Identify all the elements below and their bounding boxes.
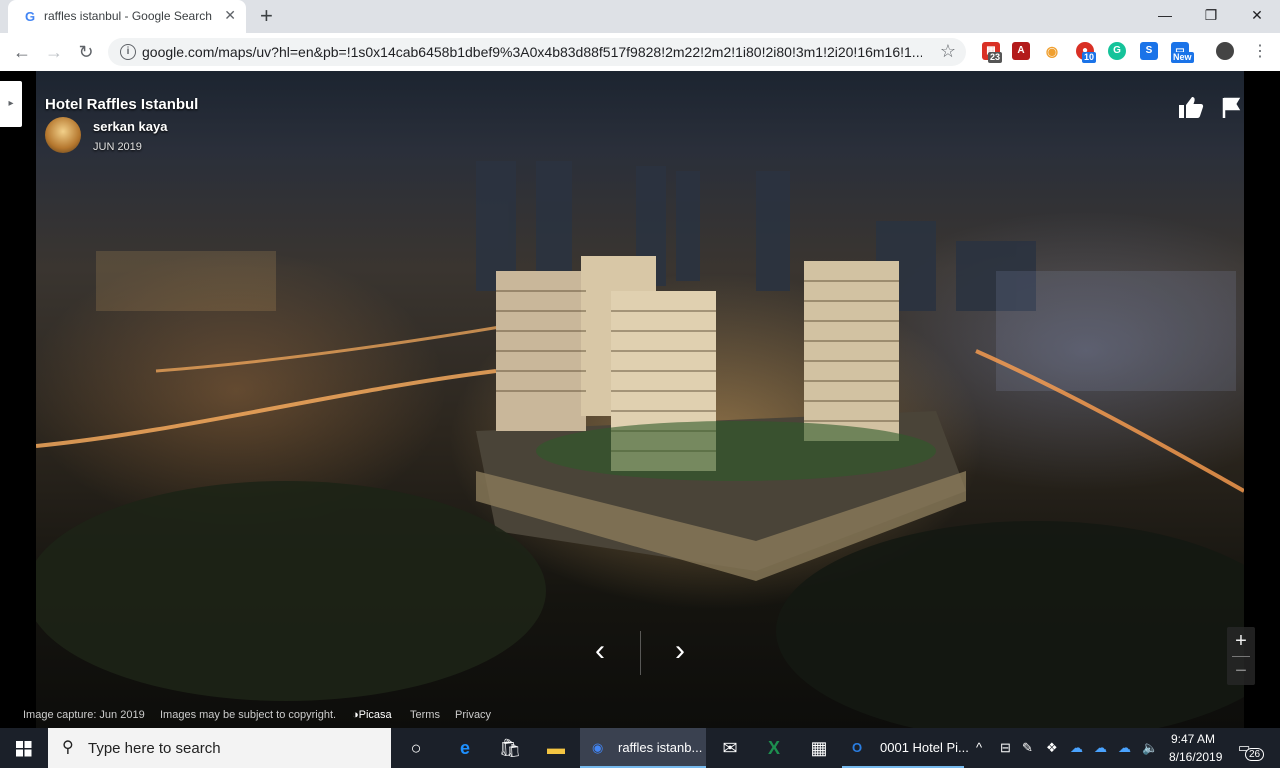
picasa-label: Picasa	[358, 709, 392, 721]
viewer-footer: Image capture: Jun 2019 Images may be su…	[0, 707, 1280, 728]
tab-title: raffles istanbul - Google Search	[44, 9, 212, 23]
new-badge: New	[1171, 52, 1194, 63]
forward-icon[interactable]: →	[42, 41, 66, 63]
eye-extension-icon[interactable]: ◉	[1043, 42, 1061, 60]
taskbar-app-outlook-label: 0001 Hotel Pi...	[880, 740, 969, 755]
address-bar[interactable]: i google.com/maps/uv?hl=en&pb=!1s0x14cab…	[108, 38, 966, 66]
bookmark-star-icon[interactable]: ☆	[940, 41, 956, 62]
pdf-extension-icon[interactable]: A	[1012, 42, 1030, 60]
notification-count-badge: 26	[1245, 748, 1265, 761]
taskbar-app-outlook[interactable]: O 0001 Hotel Pi...	[842, 728, 969, 768]
previous-photo-button[interactable]: ‹	[583, 634, 617, 668]
store-icon[interactable]: 🛍	[488, 728, 532, 768]
taskbar-search-box[interactable]: ⚲ Type here to search	[48, 728, 391, 768]
maximize-button[interactable]: ❐	[1188, 0, 1234, 30]
report-flag-icon[interactable]	[1222, 97, 1242, 119]
pen-icon[interactable]: ✎	[1022, 740, 1033, 756]
dropbox-icon[interactable]: ❖	[1046, 740, 1058, 756]
new-tab-button[interactable]: +	[260, 3, 273, 29]
file-explorer-icon[interactable]: ▬	[534, 728, 578, 768]
browser-tab[interactable]: G raffles istanbul - Google Search ✕	[8, 0, 246, 33]
calculator-icon[interactable]: ▦	[797, 728, 841, 768]
expand-sidebar-button[interactable]: ▸	[0, 81, 22, 127]
photo-viewer: ▸ Hotel Raffles Istanbul serkan kaya JUN…	[0, 71, 1280, 728]
author-avatar[interactable]	[45, 117, 81, 153]
edge-icon[interactable]: e	[443, 728, 487, 768]
windows-taskbar: ⚲ Type here to search ○ e 🛍 ▬ ◉ raffles …	[0, 728, 1280, 768]
taskbar-search-placeholder: Type here to search	[88, 740, 221, 757]
zoom-controls: + −	[1227, 627, 1255, 685]
picasa-icon: ◑	[352, 709, 359, 721]
photo-date: JUN 2019	[93, 141, 142, 153]
outlook-icon: O	[852, 740, 863, 755]
show-hidden-icons-icon[interactable]: ^	[976, 740, 982, 755]
google-favicon-icon: G	[24, 9, 36, 24]
calendar-badge: 23	[988, 52, 1003, 63]
copyright-text: Images may be subject to copyright.	[160, 709, 337, 721]
author-name[interactable]: serkan kaya	[93, 119, 167, 134]
hotel-photo	[36, 71, 1244, 728]
clock-date[interactable]: 8/16/2019	[1169, 750, 1222, 764]
mail-icon[interactable]: ✉	[708, 728, 752, 768]
calendar-extension-icon[interactable]: ▦ 23	[982, 42, 1003, 63]
windows-start-icon[interactable]	[0, 728, 48, 768]
excel-icon[interactable]: X	[752, 728, 796, 768]
new-extension-icon[interactable]: ▭ New	[1171, 42, 1194, 63]
close-window-button[interactable]: ✕	[1234, 0, 1280, 30]
next-photo-button[interactable]: ›	[663, 634, 697, 668]
tab-strip: G raffles istanbul - Google Search ✕ + —…	[0, 0, 1280, 33]
onedrive-icon[interactable]: ☁	[1070, 740, 1083, 756]
arrow-divider	[640, 631, 641, 675]
minimize-button[interactable]: —	[1142, 0, 1188, 30]
profile-avatar[interactable]	[1216, 42, 1234, 60]
picasa-logo[interactable]: ◑Picasa	[352, 709, 392, 721]
site-info-icon[interactable]: i	[120, 44, 136, 60]
task-view-icon[interactable]: ○	[394, 728, 438, 768]
chrome-icon: ◉	[592, 740, 604, 755]
image-capture-text: Image capture: Jun 2019	[23, 709, 145, 721]
clock-time[interactable]: 9:47 AM	[1171, 732, 1215, 746]
network-icon[interactable]: ⊟	[1000, 740, 1011, 756]
zoom-in-button[interactable]: +	[1227, 627, 1255, 655]
browser-toolbar: ← → ↻ i google.com/maps/uv?hl=en&pb=!1s0…	[0, 33, 1280, 72]
chrome-menu-icon[interactable]: ⋮	[1248, 41, 1272, 63]
taskbar-app-chrome-label: raffles istanb...	[618, 740, 703, 755]
red-extension-badge: 10	[1082, 52, 1097, 63]
taskbar-app-chrome[interactable]: ◉ raffles istanb...	[580, 728, 706, 768]
tab-close-icon[interactable]: ✕	[224, 7, 236, 24]
s-extension-icon[interactable]: S	[1140, 42, 1158, 60]
search-icon: ⚲	[62, 739, 74, 756]
back-icon[interactable]: ←	[10, 41, 34, 63]
privacy-link[interactable]: Privacy	[455, 709, 491, 721]
zoom-out-button[interactable]: −	[1227, 657, 1255, 685]
photo-title: Hotel Raffles Istanbul	[45, 96, 199, 113]
onedrive-business-icon[interactable]: ☁	[1094, 740, 1107, 756]
grammarly-extension-icon[interactable]: G	[1108, 42, 1126, 60]
volume-icon[interactable]: 🔈	[1142, 740, 1158, 756]
thumbs-up-icon[interactable]	[1178, 95, 1204, 119]
url-text[interactable]: google.com/maps/uv?hl=en&pb=!1s0x14cab64…	[142, 44, 922, 60]
reload-icon[interactable]: ↻	[74, 41, 98, 63]
terms-link[interactable]: Terms	[410, 709, 440, 721]
onedrive-personal-icon[interactable]: ☁	[1118, 740, 1131, 756]
red-extension-icon[interactable]: ● 10	[1076, 42, 1097, 63]
